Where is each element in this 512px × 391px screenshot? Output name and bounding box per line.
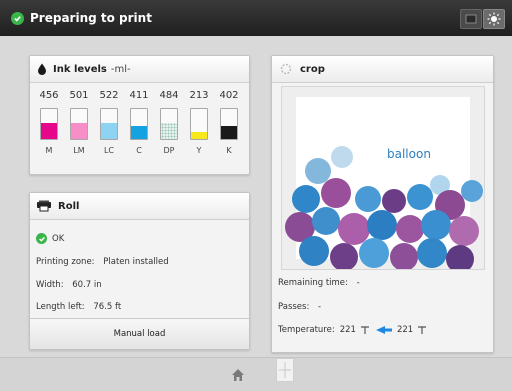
remaining-time-label: Remaining time: [278,278,348,288]
ink-value: 501 [69,90,89,101]
width-row: Width: 60.7 in [36,280,102,290]
ink-level-fill [71,122,87,139]
ink-cartridge-gauge [220,108,238,140]
ink-label: C [136,146,142,155]
roll-panel[interactable]: Roll OK Printing zone: Platen installed … [29,192,250,350]
temperature-target: 221 [396,325,414,335]
ink-label: M [45,146,53,155]
brightness-button[interactable] [483,9,505,29]
page-title: Preparing to print [30,11,152,25]
ink-value: 402 [219,90,239,101]
temperature-unit-icon [418,325,427,334]
job-preview-image: balloon [281,86,485,270]
length-value: 76.5 ft [93,302,122,312]
home-icon[interactable] [231,367,245,381]
remaining-time-value: - [356,278,360,288]
ink-unit: -ml- [110,63,131,75]
ink-cartridge-gauge [160,108,178,140]
manual-load-label: Manual load [113,329,166,339]
spinner-icon [280,63,292,75]
length-row: Length left: 76.5 ft [36,302,121,312]
ink-level-fill [41,122,57,139]
ink-levels-header: Ink levels -ml- [30,56,249,83]
width-label: Width: [36,280,64,290]
ink-cartridge-lc[interactable]: 522 LC [96,90,122,155]
ink-value: 456 [39,90,59,101]
ink-value: 484 [159,90,179,101]
check-circle-icon [36,233,47,244]
ink-value: 522 [99,90,119,101]
ink-cartridge-m[interactable]: 456 M [36,90,62,155]
temperature-unit-icon [360,325,369,334]
ink-cartridge-gauge [130,108,148,140]
roll-icon [37,200,51,212]
temperature-label: Temperature: [278,325,335,335]
ink-cartridge-c[interactable]: 411 C [126,90,152,155]
ink-label: K [226,146,232,155]
ink-cartridge-lm[interactable]: 501 LM [66,90,92,155]
roll-status: OK [36,233,64,244]
ink-label: DP [163,146,175,155]
ink-cartridge-gauge [40,108,58,140]
job-panel[interactable]: crop balloon Remaining time: - Passes: -… [271,55,494,353]
roll-header: Roll [30,193,249,220]
ink-levels-title: Ink levels [53,63,107,75]
window-icon[interactable] [276,358,294,382]
ink-drop-icon [38,63,46,75]
width-value: 60.7 in [72,280,102,290]
length-label: Length left: [36,302,85,312]
roll-title: Roll [58,200,80,212]
ink-level-fill [131,125,147,139]
screen-icon [465,14,477,24]
sun-icon [487,12,501,26]
ink-cartridge-gauge [190,108,208,140]
ink-cartridge-gauge [70,108,88,140]
dark-mode-button[interactable] [460,9,482,29]
job-title: crop [300,63,325,75]
ink-cartridges: 456 M 501 LM 522 LC 411 C 484 DP 213 Y 402 K [30,90,249,170]
printing-zone-row: Printing zone: Platen installed [36,257,169,267]
passes-row: Passes: - [278,302,321,312]
remaining-time-row: Remaining time: - [278,278,360,288]
ink-label: Y [196,146,202,155]
ink-levels-panel[interactable]: Ink levels -ml- 456 M 501 LM 522 LC 411 C 484 DP 2… [29,55,250,175]
ink-level-fill [101,122,117,139]
ink-level-fill [191,131,207,139]
ink-cartridge-dp[interactable]: 484 DP [156,90,182,155]
ink-label: LM [73,146,85,155]
ink-value: 411 [129,90,149,101]
temperature-current: 221 [339,325,356,335]
job-header: crop [272,56,493,83]
ink-level-fill [221,125,237,139]
ink-level-fill [161,122,177,139]
passes-label: Passes: [278,302,310,312]
ink-value: 213 [189,90,209,101]
manual-load-button[interactable]: Manual load [30,318,249,349]
passes-value: - [318,302,322,312]
ink-cartridge-gauge [100,108,118,140]
printing-zone-value: Platen installed [103,257,169,267]
arrow-right-icon [375,326,392,334]
roll-status-text: OK [52,233,65,244]
ink-label: LC [103,146,115,155]
ink-cartridge-y[interactable]: 213 Y [186,90,212,155]
printing-zone-label: Printing zone: [36,257,95,267]
preview-brand-text: balloon [387,147,431,161]
check-circle-icon [11,11,24,25]
ink-cartridge-k[interactable]: 402 K [216,90,242,155]
bottom-bar [0,357,512,391]
temperature-row: Temperature: 221 221 [278,325,427,335]
top-bar: Preparing to print [0,0,512,36]
